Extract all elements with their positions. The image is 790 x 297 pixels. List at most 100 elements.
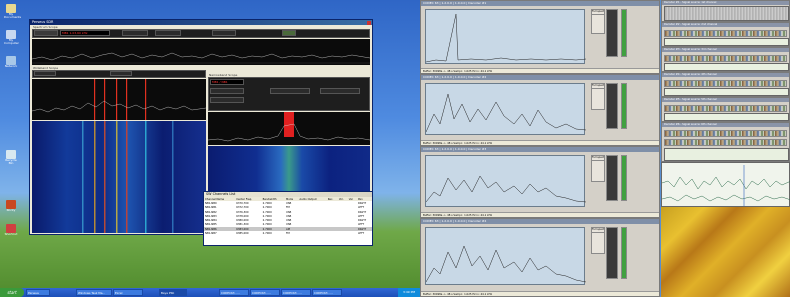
codec-window-2: CODEC 63 | 1.2.0.0 | 1.0.0.0 | Decoder #… bbox=[420, 74, 660, 146]
codec-title[interactable]: CODEC 63 | 1.2.0.0 | 1.0.0.0 | Decoder #… bbox=[421, 219, 659, 224]
codec-title[interactable]: CODEC 63 | 1.2.0.0 | 1.0.0.0 | Decoder #… bbox=[421, 147, 659, 152]
codec-window-3: CODEC 63 | 1.2.0.0 | 1.0.0.0 | Decoder #… bbox=[420, 146, 660, 218]
waterfall-heatmap[interactable] bbox=[661, 207, 790, 297]
narrowband-trace bbox=[207, 112, 371, 142]
desktop-icon-documents[interactable]: My Documents bbox=[4, 4, 21, 19]
narrowband-volume[interactable] bbox=[320, 88, 360, 94]
codec-trace bbox=[425, 93, 587, 133]
taskbar-button[interactable]: Excel bbox=[113, 289, 143, 296]
narrowband-gain[interactable] bbox=[270, 88, 310, 94]
desktop-icon-network[interactable]: Network bbox=[4, 56, 18, 68]
decoder-title[interactable]: Decoder #2 - Signal source: 2nd channel bbox=[662, 23, 789, 27]
decoder-toolbar[interactable] bbox=[664, 30, 787, 37]
channel-list-window: SW Channels List Channel Name Center Fre… bbox=[203, 191, 373, 246]
system-clock: 3:49 PM bbox=[398, 288, 420, 297]
decoder-title[interactable]: Decoder #3 - Signal source: 3rd channel bbox=[662, 48, 789, 52]
taskbar-button[interactable]: Perseus bbox=[26, 289, 50, 296]
spectrum-scope[interactable] bbox=[31, 39, 371, 65]
decoder-panel-4: Decoder #4 - Signal source: 4th channel bbox=[661, 72, 790, 97]
decoder-panel-1: Decoder #1 - Signal source: 1st channel bbox=[661, 0, 790, 22]
desktop-icon-computer[interactable]: My Computer bbox=[4, 30, 19, 45]
wideband-waterfall[interactable] bbox=[32, 121, 206, 233]
codec-status: Buffer: 30498a <- 48 s Sampl.: 1.025 Hz … bbox=[421, 140, 659, 145]
frequency-display[interactable]: MB1 1.03,60 kHz bbox=[60, 30, 110, 36]
decoder-text-display bbox=[664, 6, 789, 21]
table-row[interactable]: NB1-NB7 6385,000 2.7000 FM LEFT bbox=[204, 231, 372, 235]
spectrum-trace bbox=[31, 52, 371, 64]
codec-spectrum-plot[interactable] bbox=[425, 155, 587, 207]
codec-title[interactable]: CODEC 63 | 1.2.0.0 | 1.0.0.0 | Decoder #… bbox=[421, 75, 659, 80]
wideband-mode[interactable] bbox=[110, 71, 132, 76]
decoder-output bbox=[664, 148, 789, 161]
level-bar bbox=[621, 83, 627, 129]
codec-status: Buffer: 30498a <- 48 s Sampl.: 1.025 Hz … bbox=[421, 68, 659, 73]
decoder-output bbox=[664, 38, 789, 46]
taskbar-button[interactable]: CODEC63 - ... bbox=[219, 289, 249, 296]
filter-select[interactable] bbox=[155, 30, 181, 36]
codec-options[interactable] bbox=[591, 232, 605, 254]
decoder-toolbar[interactable] bbox=[664, 55, 787, 62]
codec-status: Buffer: 30498a <- 48 s Sampl.: 1.025 Hz … bbox=[421, 212, 659, 217]
decoder-panel-3: Decoder #3 - Signal source: 3rd channel bbox=[661, 47, 790, 72]
taskbar: start Perseus Windows Task Ma... Excel B… bbox=[0, 288, 420, 297]
codec-window-4: CODEC 63 | 1.2.0.0 | 1.0.0.0 | Decoder #… bbox=[420, 218, 660, 297]
toggle-button[interactable] bbox=[282, 30, 296, 36]
wideband-trace bbox=[31, 79, 207, 120]
narrowband-frequency[interactable]: MB1 / NB1 bbox=[210, 79, 244, 85]
level-bar bbox=[621, 227, 627, 279]
codec-trace bbox=[425, 175, 587, 203]
narrowband-mode[interactable] bbox=[210, 88, 244, 94]
decoder-panel-5: Decoder #5 - Signal source: 5th channel bbox=[661, 97, 790, 122]
codec-spectrum-plot[interactable] bbox=[425, 9, 587, 64]
level-meter bbox=[606, 83, 618, 129]
level-bar bbox=[621, 155, 627, 201]
desktop-icon-rocky[interactable]: Rocky bbox=[4, 200, 18, 212]
waterfall-lines bbox=[82, 121, 174, 233]
codec-spectrum-plot[interactable] bbox=[425, 83, 587, 135]
decoder-toolbar[interactable] bbox=[664, 139, 787, 146]
taskbar-button[interactable]: CODEC63 - ... bbox=[281, 289, 311, 296]
decoder-title[interactable]: Decoder #6 - Signal source: 6th channel bbox=[662, 123, 789, 127]
level-meter bbox=[606, 155, 618, 201]
codec-window-1: CODEC 63 | 1.2.0.0 | 1.0.0.0 | Decoder #… bbox=[420, 0, 660, 74]
close-icon[interactable] bbox=[367, 20, 371, 25]
codec-options[interactable] bbox=[591, 14, 605, 34]
codec-status: Buffer: 30498a <- 48 s Sampl.: 1.025 Hz … bbox=[421, 291, 659, 296]
desktop-icon-shortcut[interactable]: Shortcut bbox=[4, 224, 18, 236]
window-titlebar[interactable]: Perseus SDR bbox=[30, 20, 372, 25]
decoder-title[interactable]: Decoder #4 - Signal source: 4th channel bbox=[662, 73, 789, 77]
decoder-title[interactable]: Decoder #5 - Signal source: 5th channel bbox=[662, 98, 789, 102]
decoder-panel-2: Decoder #2 - Signal source: 2nd channel bbox=[661, 22, 790, 47]
codec-options[interactable] bbox=[591, 160, 605, 182]
signal-plot[interactable] bbox=[661, 162, 790, 207]
desktop-icon-recycle[interactable]: Recycle Bin bbox=[4, 150, 18, 165]
taskbar-button-active[interactable]: Baye PSK bbox=[159, 289, 187, 296]
decoder-title[interactable]: Decoder #1 - Signal source: 1st channel bbox=[662, 1, 789, 5]
taskbar-button[interactable]: Windows Task Ma... bbox=[76, 289, 112, 296]
decoder-output bbox=[664, 113, 789, 121]
mode-select[interactable] bbox=[122, 30, 148, 36]
agc-select[interactable] bbox=[212, 30, 236, 36]
decoder-output bbox=[664, 88, 789, 96]
narrowband-scope[interactable] bbox=[207, 112, 371, 145]
narrowband-filter[interactable] bbox=[210, 97, 244, 103]
codec-spectrum-plot[interactable] bbox=[425, 227, 587, 285]
taskbar-button[interactable]: CODEC63 - ... bbox=[250, 289, 280, 296]
taskbar-button[interactable]: CODEC63 - ... bbox=[312, 289, 342, 296]
band-select[interactable] bbox=[34, 30, 58, 36]
codec-options[interactable] bbox=[591, 88, 605, 110]
decoder-toolbar[interactable] bbox=[664, 130, 787, 137]
decoder-toolbar[interactable] bbox=[664, 80, 787, 87]
decoder-toolbar[interactable] bbox=[664, 105, 787, 112]
codec-trace bbox=[425, 13, 587, 63]
wideband-select[interactable] bbox=[34, 71, 56, 76]
codec-title[interactable]: CODEC 63 | 1.2.0.0 | 1.0.0.0 | Decoder #… bbox=[421, 1, 659, 6]
channel-table: Channel Name Center Freq. Bandwidth Mode… bbox=[204, 197, 372, 236]
codec-trace bbox=[425, 245, 587, 283]
level-meter bbox=[606, 227, 618, 279]
wideband-scope[interactable] bbox=[31, 79, 207, 120]
decoder-output bbox=[664, 63, 789, 71]
decoder-panel-6: Decoder #6 - Signal source: 6th channel bbox=[661, 122, 790, 162]
level-bar bbox=[621, 9, 627, 57]
start-button[interactable]: start bbox=[0, 288, 24, 297]
